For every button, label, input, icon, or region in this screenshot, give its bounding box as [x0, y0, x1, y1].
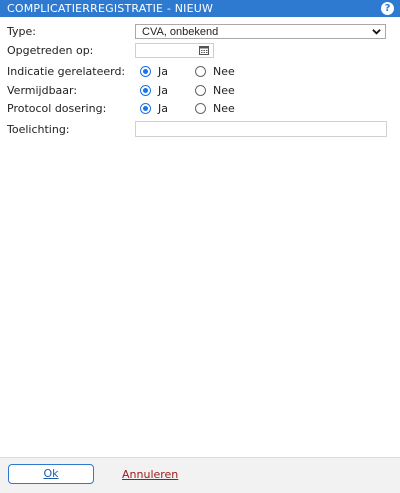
vermijdbaar-label: Vermijdbaar: — [7, 84, 78, 97]
vermijdbaar-ja-radio[interactable] — [140, 85, 151, 96]
vermijdbaar-nee-label: Nee — [213, 84, 235, 97]
ok-button-label: Ok — [43, 467, 59, 480]
calendar-icon[interactable] — [199, 46, 209, 55]
dialog-titlebar: COMPLICATIERREGISTRATIE - NIEUW ? — [0, 0, 400, 17]
indicatie-label: Indicatie gerelateerd: — [7, 65, 126, 78]
indicatie-nee-radio[interactable] — [195, 66, 206, 77]
vermijdbaar-nee-radio[interactable] — [195, 85, 206, 96]
type-select[interactable]: CVA, onbekend — [135, 24, 386, 39]
indicatie-ja-label: Ja — [158, 65, 168, 78]
toelichting-label: Toelichting: — [7, 123, 70, 136]
help-icon[interactable]: ? — [381, 2, 394, 15]
date-field[interactable] — [135, 43, 214, 58]
indicatie-nee-label: Nee — [213, 65, 235, 78]
chevron-down-icon — [372, 29, 381, 35]
toelichting-input[interactable] — [135, 121, 387, 137]
protocol-nee-label: Nee — [213, 102, 235, 115]
protocol-ja-label: Ja — [158, 102, 168, 115]
protocol-label: Protocol dosering: — [7, 102, 107, 115]
dialog-title: COMPLICATIERREGISTRATIE - NIEUW — [7, 2, 214, 15]
indicatie-ja-radio[interactable] — [140, 66, 151, 77]
date-label: Opgetreden op: — [7, 44, 94, 57]
vermijdbaar-ja-label: Ja — [158, 84, 168, 97]
protocol-nee-radio[interactable] — [195, 103, 206, 114]
type-label: Type: — [7, 25, 36, 38]
protocol-ja-radio[interactable] — [140, 103, 151, 114]
cancel-link[interactable]: Annuleren — [122, 468, 178, 481]
type-select-value: CVA, onbekend — [142, 26, 219, 38]
ok-button[interactable]: Ok — [8, 464, 94, 484]
